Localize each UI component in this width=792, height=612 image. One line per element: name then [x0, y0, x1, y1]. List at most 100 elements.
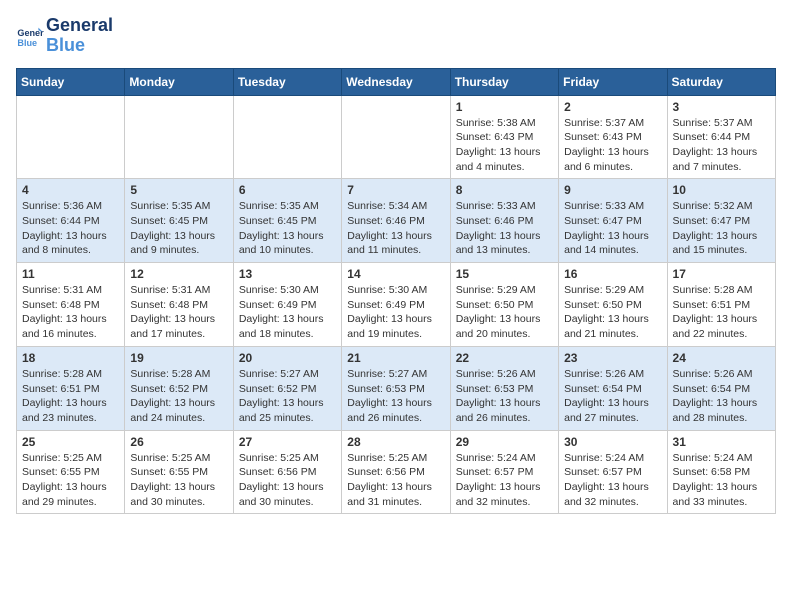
day-number: 10: [673, 183, 770, 197]
calendar-cell: 20 Sunrise: 5:27 AMSunset: 6:52 PMDayligh…: [233, 346, 341, 430]
calendar-cell: 24Sunrise: 5:26 AMSunset: 6:54 PMDayligh…: [667, 346, 775, 430]
calendar-cell: 30 Sunrise: 5:24 AMSunset: 6:57 PMDayligh…: [559, 430, 667, 514]
calendar-cell: 31 Sunrise: 5:24 AMSunset: 6:58 PMDayligh…: [667, 430, 775, 514]
day-info: Sunrise: 5:25 AMSunset: 6:56 PMDaylight:…: [239, 451, 336, 510]
weekday-header-sunday: Sunday: [17, 68, 125, 95]
day-number: 29: [456, 435, 553, 449]
day-number: 12: [130, 267, 227, 281]
day-number: 15: [456, 267, 553, 281]
calendar-cell: 22 Sunrise: 5:26 AMSunset: 6:53 PMDayligh…: [450, 346, 558, 430]
day-info: Sunrise: 5:27 AMSunset: 6:53 PMDaylight:…: [347, 367, 444, 426]
calendar: SundayMondayTuesdayWednesdayThursdayFrid…: [16, 68, 776, 515]
calendar-week-4: 18 Sunrise: 5:28 AMSunset: 6:51 PMDayligh…: [17, 346, 776, 430]
day-number: 28: [347, 435, 444, 449]
calendar-cell: 11 Sunrise: 5:31 AMSunset: 6:48 PMDayligh…: [17, 263, 125, 347]
calendar-header-row: SundayMondayTuesdayWednesdayThursdayFrid…: [17, 68, 776, 95]
day-number: 19: [130, 351, 227, 365]
calendar-cell: 16Sunrise: 5:29 AMSunset: 6:50 PMDayligh…: [559, 263, 667, 347]
calendar-cell: 2 Sunrise: 5:37 AMSunset: 6:43 PMDaylight…: [559, 95, 667, 179]
day-info: Sunrise: 5:30 AMSunset: 6:49 PMDaylight:…: [239, 283, 336, 342]
calendar-cell: 14Sunrise: 5:30 AMSunset: 6:49 PMDayligh…: [342, 263, 450, 347]
logo-icon: General Blue: [16, 22, 44, 50]
day-number: 30: [564, 435, 661, 449]
day-number: 1: [456, 100, 553, 114]
weekday-header-tuesday: Tuesday: [233, 68, 341, 95]
logo-text: General Blue: [46, 16, 113, 56]
calendar-cell: 19 Sunrise: 5:28 AMSunset: 6:52 PMDayligh…: [125, 346, 233, 430]
calendar-cell: 29Sunrise: 5:24 AMSunset: 6:57 PMDayligh…: [450, 430, 558, 514]
day-number: 17: [673, 267, 770, 281]
calendar-cell: 28Sunrise: 5:25 AMSunset: 6:56 PMDayligh…: [342, 430, 450, 514]
day-number: 22: [456, 351, 553, 365]
calendar-cell: 18 Sunrise: 5:28 AMSunset: 6:51 PMDayligh…: [17, 346, 125, 430]
day-number: 26: [130, 435, 227, 449]
calendar-cell: 9 Sunrise: 5:33 AMSunset: 6:47 PMDaylight…: [559, 179, 667, 263]
day-info: Sunrise: 5:33 AMSunset: 6:46 PMDaylight:…: [456, 199, 553, 258]
calendar-week-5: 25Sunrise: 5:25 AMSunset: 6:55 PMDayligh…: [17, 430, 776, 514]
day-info: Sunrise: 5:24 AMSunset: 6:57 PMDaylight:…: [564, 451, 661, 510]
logo: General Blue General Blue: [16, 16, 113, 56]
day-info: Sunrise: 5:32 AMSunset: 6:47 PMDaylight:…: [673, 199, 770, 258]
day-number: 2: [564, 100, 661, 114]
day-info: Sunrise: 5:37 AMSunset: 6:43 PMDaylight:…: [564, 116, 661, 175]
weekday-header-monday: Monday: [125, 68, 233, 95]
day-info: Sunrise: 5:31 AMSunset: 6:48 PMDaylight:…: [22, 283, 119, 342]
weekday-header-wednesday: Wednesday: [342, 68, 450, 95]
calendar-cell: 4 Sunrise: 5:36 AMSunset: 6:44 PMDaylight…: [17, 179, 125, 263]
weekday-header-saturday: Saturday: [667, 68, 775, 95]
day-info: Sunrise: 5:29 AMSunset: 6:50 PMDaylight:…: [564, 283, 661, 342]
day-info: Sunrise: 5:28 AMSunset: 6:51 PMDaylight:…: [22, 367, 119, 426]
day-info: Sunrise: 5:27 AMSunset: 6:52 PMDaylight:…: [239, 367, 336, 426]
day-number: 7: [347, 183, 444, 197]
day-number: 24: [673, 351, 770, 365]
day-number: 4: [22, 183, 119, 197]
day-number: 5: [130, 183, 227, 197]
calendar-cell: 8 Sunrise: 5:33 AMSunset: 6:46 PMDaylight…: [450, 179, 558, 263]
calendar-cell: 13Sunrise: 5:30 AMSunset: 6:49 PMDayligh…: [233, 263, 341, 347]
day-number: 3: [673, 100, 770, 114]
day-number: 8: [456, 183, 553, 197]
day-number: 27: [239, 435, 336, 449]
day-info: Sunrise: 5:33 AMSunset: 6:47 PMDaylight:…: [564, 199, 661, 258]
day-number: 20: [239, 351, 336, 365]
calendar-week-3: 11 Sunrise: 5:31 AMSunset: 6:48 PMDayligh…: [17, 263, 776, 347]
day-number: 23: [564, 351, 661, 365]
calendar-week-2: 4 Sunrise: 5:36 AMSunset: 6:44 PMDaylight…: [17, 179, 776, 263]
calendar-cell: 23 Sunrise: 5:26 AMSunset: 6:54 PMDayligh…: [559, 346, 667, 430]
day-number: 31: [673, 435, 770, 449]
calendar-cell: [17, 95, 125, 179]
day-info: Sunrise: 5:38 AMSunset: 6:43 PMDaylight:…: [456, 116, 553, 175]
weekday-header-friday: Friday: [559, 68, 667, 95]
svg-text:Blue: Blue: [17, 38, 37, 48]
calendar-cell: 7Sunrise: 5:34 AMSunset: 6:46 PMDaylight…: [342, 179, 450, 263]
calendar-cell: [342, 95, 450, 179]
calendar-cell: 26Sunrise: 5:25 AMSunset: 6:55 PMDayligh…: [125, 430, 233, 514]
day-number: 21: [347, 351, 444, 365]
day-info: Sunrise: 5:28 AMSunset: 6:52 PMDaylight:…: [130, 367, 227, 426]
day-info: Sunrise: 5:35 AMSunset: 6:45 PMDaylight:…: [130, 199, 227, 258]
day-number: 18: [22, 351, 119, 365]
calendar-cell: 25Sunrise: 5:25 AMSunset: 6:55 PMDayligh…: [17, 430, 125, 514]
day-number: 6: [239, 183, 336, 197]
day-info: Sunrise: 5:36 AMSunset: 6:44 PMDaylight:…: [22, 199, 119, 258]
day-info: Sunrise: 5:29 AMSunset: 6:50 PMDaylight:…: [456, 283, 553, 342]
day-info: Sunrise: 5:35 AMSunset: 6:45 PMDaylight:…: [239, 199, 336, 258]
day-number: 11: [22, 267, 119, 281]
day-number: 9: [564, 183, 661, 197]
day-info: Sunrise: 5:28 AMSunset: 6:51 PMDaylight:…: [673, 283, 770, 342]
day-info: Sunrise: 5:30 AMSunset: 6:49 PMDaylight:…: [347, 283, 444, 342]
calendar-cell: 6 Sunrise: 5:35 AMSunset: 6:45 PMDaylight…: [233, 179, 341, 263]
calendar-cell: 1 Sunrise: 5:38 AMSunset: 6:43 PMDaylight…: [450, 95, 558, 179]
calendar-cell: 21 Sunrise: 5:27 AMSunset: 6:53 PMDayligh…: [342, 346, 450, 430]
calendar-cell: 17 Sunrise: 5:28 AMSunset: 6:51 PMDayligh…: [667, 263, 775, 347]
day-info: Sunrise: 5:26 AMSunset: 6:54 PMDaylight:…: [564, 367, 661, 426]
calendar-cell: 12 Sunrise: 5:31 AMSunset: 6:48 PMDayligh…: [125, 263, 233, 347]
calendar-cell: 3 Sunrise: 5:37 AMSunset: 6:44 PMDaylight…: [667, 95, 775, 179]
day-info: Sunrise: 5:31 AMSunset: 6:48 PMDaylight:…: [130, 283, 227, 342]
day-info: Sunrise: 5:24 AMSunset: 6:58 PMDaylight:…: [673, 451, 770, 510]
day-info: Sunrise: 5:26 AMSunset: 6:53 PMDaylight:…: [456, 367, 553, 426]
calendar-week-1: 1 Sunrise: 5:38 AMSunset: 6:43 PMDaylight…: [17, 95, 776, 179]
day-info: Sunrise: 5:25 AMSunset: 6:55 PMDaylight:…: [22, 451, 119, 510]
weekday-header-thursday: Thursday: [450, 68, 558, 95]
day-info: Sunrise: 5:37 AMSunset: 6:44 PMDaylight:…: [673, 116, 770, 175]
